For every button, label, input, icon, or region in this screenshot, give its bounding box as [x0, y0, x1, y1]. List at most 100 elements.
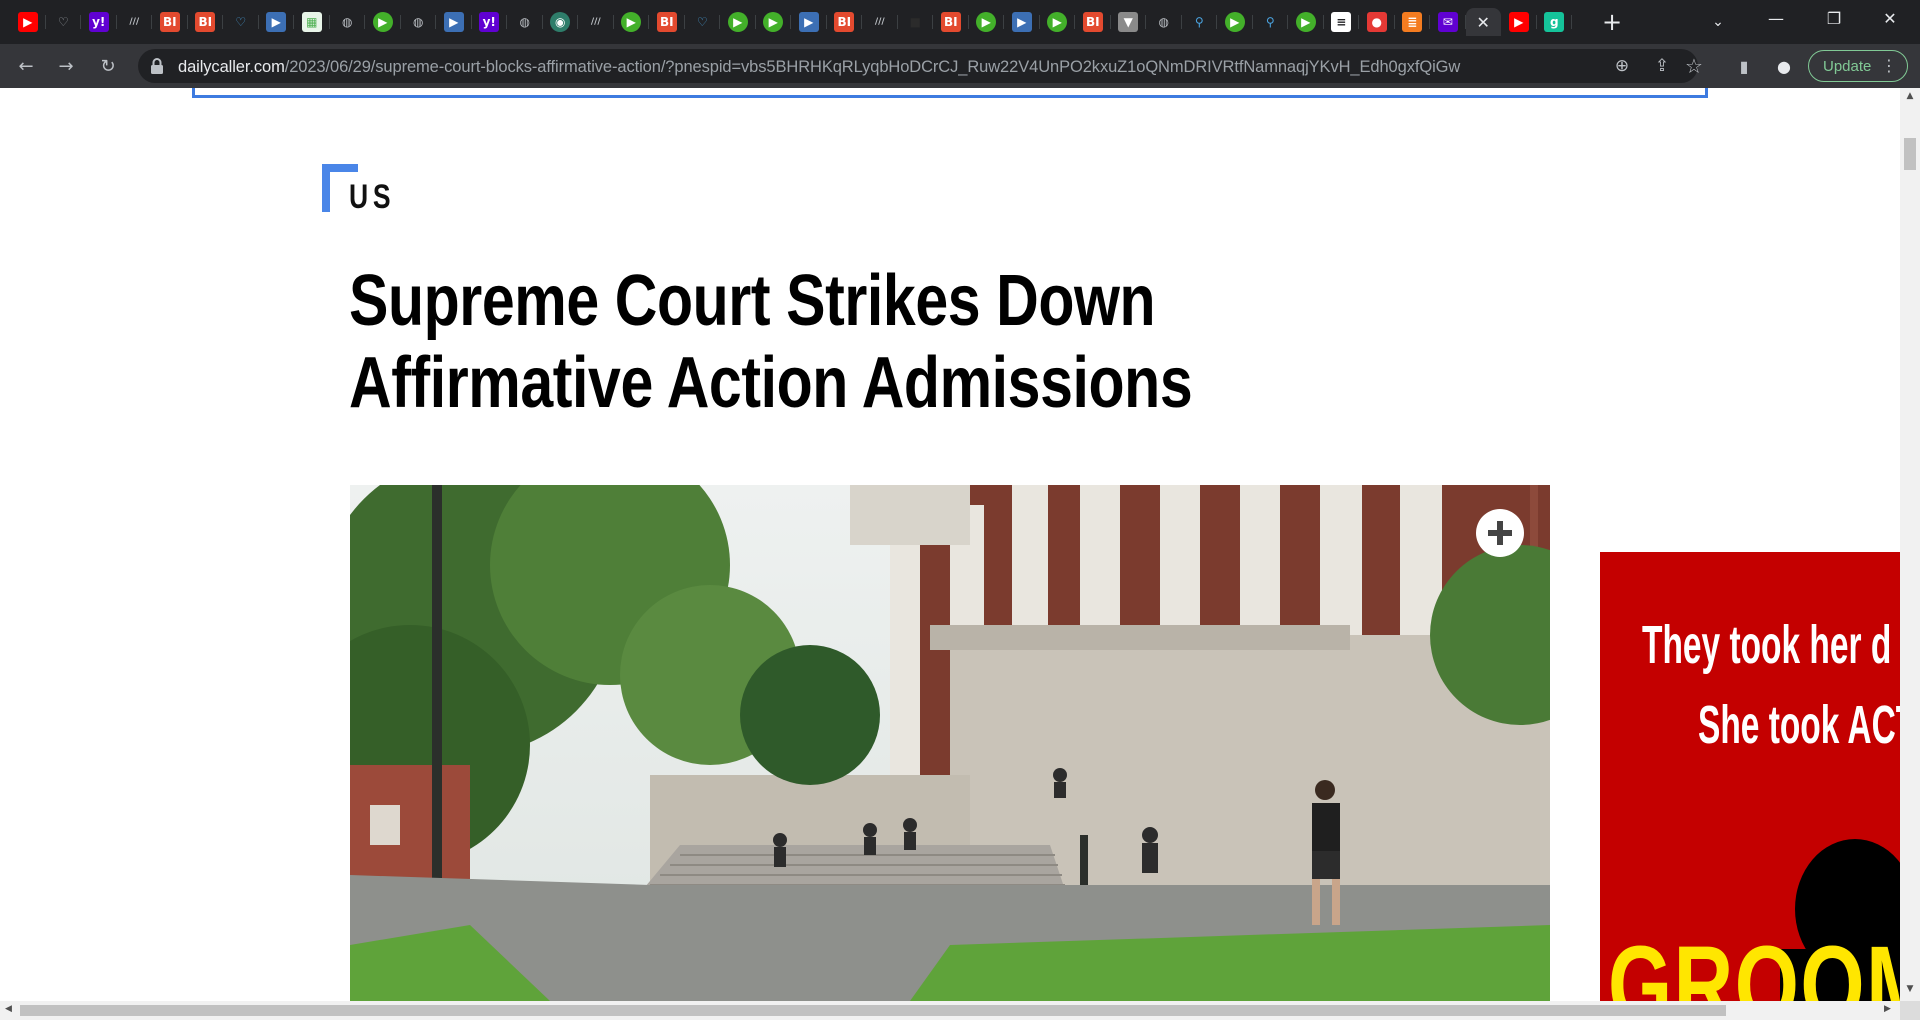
tab[interactable]: ▶	[720, 8, 756, 36]
tab[interactable]: ≡	[1324, 8, 1360, 36]
scroll-right-icon[interactable]: ▶	[1884, 1004, 1891, 1014]
tab[interactable]: ▶	[791, 8, 827, 36]
podcast-icon: ▼	[1118, 12, 1139, 32]
tab[interactable]: ◍	[507, 8, 543, 36]
news-icon: ≡	[1331, 12, 1352, 32]
bookmark-icon: ≣	[1402, 12, 1423, 32]
tab[interactable]: ▶	[1217, 8, 1253, 36]
business-insider-icon: BI	[159, 12, 180, 32]
scroll-left-icon[interactable]: ◀	[5, 1004, 12, 1014]
category-label[interactable]: US	[349, 178, 395, 217]
tab[interactable]: ♡	[46, 8, 82, 36]
tab[interactable]: ◍	[1146, 8, 1182, 36]
tab[interactable]: ▶	[969, 8, 1005, 36]
tab[interactable]: ▶	[365, 8, 401, 36]
globe-icon: ◍	[519, 15, 530, 29]
expand-image-button[interactable]	[1476, 509, 1524, 557]
browser-toolbar: ← → ↻ dailycaller.com/2023/06/29/supreme…	[0, 44, 1920, 88]
tab[interactable]: y!	[472, 8, 508, 36]
tab[interactable]: BI	[827, 8, 863, 36]
play-circle-icon: ▶	[1224, 12, 1245, 32]
tab[interactable]: y!	[81, 8, 117, 36]
business-insider-icon: BI	[834, 12, 855, 32]
restore-button[interactable]: ❐	[1806, 0, 1862, 36]
share-icon[interactable]: ⇪	[1646, 50, 1678, 82]
tab[interactable]: ●	[1359, 8, 1395, 36]
tab[interactable]: ⚲	[1182, 8, 1218, 36]
tab[interactable]: ◍	[401, 8, 437, 36]
play-circle-icon: ▶	[621, 12, 642, 32]
bookmark-star-icon[interactable]: ☆	[1678, 50, 1710, 82]
vertical-scroll-thumb[interactable]	[1904, 138, 1916, 170]
tab[interactable]: ///	[578, 8, 614, 36]
tab[interactable]: ▶	[10, 8, 46, 36]
tab-active[interactable]: ✕	[1465, 8, 1501, 36]
tab[interactable]: ///	[862, 8, 898, 36]
scroll-down-icon[interactable]: ▼	[1905, 984, 1915, 994]
youtube-icon: ▶	[17, 12, 38, 32]
tab[interactable]: ▶	[436, 8, 472, 36]
tab[interactable]: ▶	[756, 8, 792, 36]
vertical-scrollbar[interactable]: ▲ ▼	[1900, 88, 1920, 1001]
menu-icon[interactable]: ⋮	[1881, 56, 1897, 75]
tab[interactable]: ///	[117, 8, 153, 36]
globe-icon: ◍	[413, 15, 424, 29]
url-text[interactable]: dailycaller.com/2023/06/29/supreme-court…	[178, 58, 1460, 77]
tab[interactable]: ≣	[1395, 8, 1431, 36]
window-close-button[interactable]: ✕	[1862, 0, 1918, 36]
sidebar-ad[interactable]: They took her d She took ACT GROOM	[1600, 552, 1900, 1001]
update-label: Update	[1823, 57, 1872, 75]
update-button[interactable]: Update ⋮	[1808, 50, 1908, 82]
tab[interactable]: ♡	[223, 8, 259, 36]
tab[interactable]: ▦	[294, 8, 330, 36]
tab[interactable]: ▶	[1040, 8, 1076, 36]
search-icon: ⚲	[1194, 15, 1204, 29]
yahoo-icon: y!	[88, 12, 109, 32]
stripes-icon: ///	[129, 16, 140, 27]
tab[interactable]: BI	[152, 8, 188, 36]
plus-icon	[1488, 521, 1512, 545]
tab[interactable]: ■	[898, 8, 934, 36]
tab[interactable]: ▶	[614, 8, 650, 36]
tab[interactable]: ◉	[543, 8, 579, 36]
close-icon[interactable]: ✕	[1477, 13, 1490, 32]
globe-icon: ◍	[342, 15, 353, 29]
tab[interactable]: ♡	[685, 8, 721, 36]
heart-shield-icon: ♡	[57, 15, 69, 29]
business-insider-icon: BI	[1082, 12, 1103, 32]
tree-globe-icon: ◉	[550, 12, 571, 32]
tab[interactable]: BI	[649, 8, 685, 36]
tab[interactable]: ✉	[1430, 8, 1466, 36]
tab[interactable]: ▼	[1111, 8, 1147, 36]
play-circle-icon: ▶	[1295, 12, 1316, 32]
back-button[interactable]: ←	[10, 50, 42, 82]
tab[interactable]: g	[1537, 8, 1573, 36]
zoom-icon[interactable]: ⊕	[1606, 50, 1638, 82]
business-insider-icon: BI	[656, 12, 677, 32]
tab[interactable]: BI	[933, 8, 969, 36]
tab[interactable]: BI	[188, 8, 224, 36]
heart-shield-icon: ♡	[696, 15, 708, 29]
reload-button[interactable]: ↻	[92, 50, 124, 82]
new-tab-button[interactable]: +	[1598, 8, 1626, 36]
minimize-button[interactable]: —	[1748, 0, 1804, 36]
side-panel-icon[interactable]: ▮	[1728, 50, 1760, 82]
stripes-icon: ///	[874, 16, 885, 27]
tab[interactable]: ▶	[259, 8, 295, 36]
tab[interactable]: ▶	[1288, 8, 1324, 36]
tab[interactable]: ◍	[330, 8, 366, 36]
forward-button[interactable]: →	[50, 50, 82, 82]
business-insider-icon: BI	[195, 12, 216, 32]
horizontal-scroll-thumb[interactable]	[20, 1005, 1726, 1016]
profile-icon[interactable]: ●	[1768, 50, 1800, 82]
tab[interactable]: ⚲	[1253, 8, 1289, 36]
tab[interactable]: BI	[1075, 8, 1111, 36]
lock-icon	[151, 58, 163, 74]
tab-search-button[interactable]: ⌄	[1706, 10, 1730, 34]
tab[interactable]: ▶	[1501, 8, 1537, 36]
tab[interactable]: ▶	[1004, 8, 1040, 36]
header-box-outline	[192, 88, 1708, 98]
address-bar[interactable]: dailycaller.com/2023/06/29/supreme-court…	[138, 49, 1698, 83]
scroll-up-icon[interactable]: ▲	[1905, 91, 1915, 101]
horizontal-scrollbar[interactable]: ◀ ▶	[0, 1001, 1900, 1020]
